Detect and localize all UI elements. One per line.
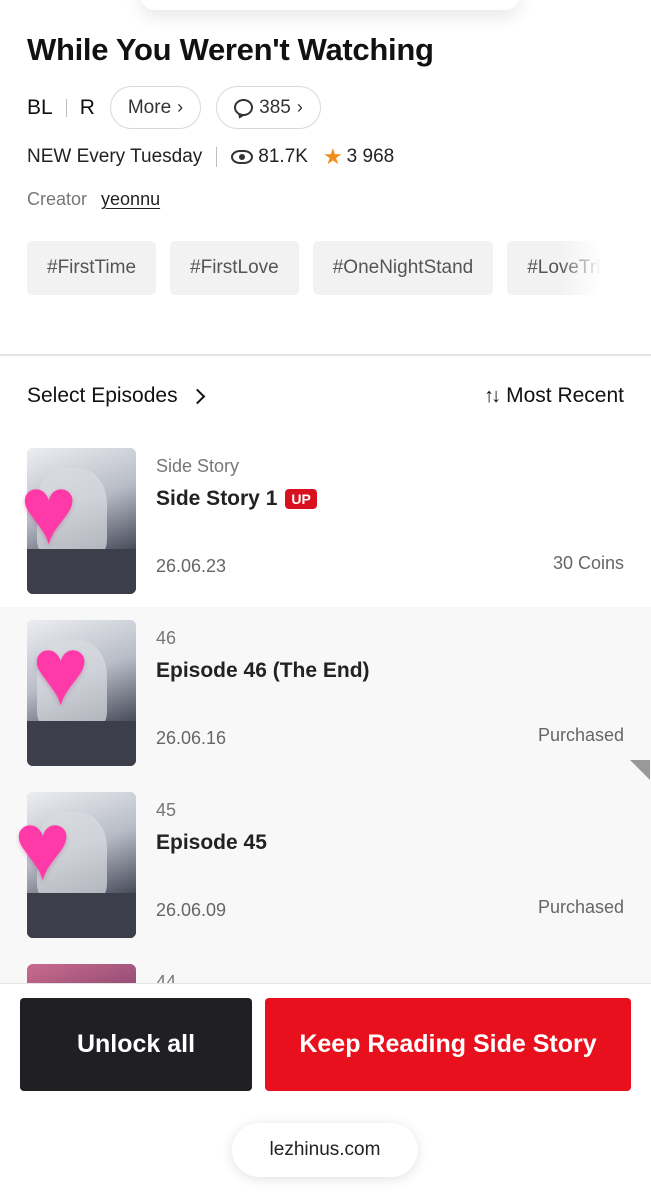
section-divider [0,354,651,356]
more-label: More [127,96,172,118]
episode-subtitle: 46 [156,628,177,648]
scroll-indicator [630,760,650,780]
episode-title: Episode 45 [156,831,267,854]
tag-list: #FirstTime#FirstLove#OneNightStand#LoveT… [27,241,610,295]
schedule-label: NEW Every Tuesday [27,146,203,167]
comment-count: 385 [259,96,291,118]
bottom-divider [0,983,651,984]
episode-date: 26.06.09 [156,900,227,920]
episode-price: 30 Coins [552,553,624,573]
url-text: lezhinus.com [269,1139,381,1160]
tag-chip[interactable]: #OneNightStand [312,241,494,295]
heart-emoji: ♥ [14,793,71,900]
age-rating-label: R [79,95,95,119]
chevron-right-icon: › [177,97,184,117]
heart-emoji: ♥ [20,457,77,564]
sort-icon: ↑↓ [484,384,501,407]
rating-score: 3 968 [346,146,395,167]
episode-title: Side Story 1 [156,487,278,510]
heart-emoji: ♥ [32,618,89,725]
episode-date: 26.06.23 [156,556,227,576]
browser-url-bar[interactable]: lezhinus.com [232,1123,418,1177]
select-episodes-button[interactable]: Select Episodes [27,384,205,408]
episode-row[interactable]: ♥ Side Story Side Story 1 UP 26.06.23 30… [0,435,651,607]
keep-reading-button[interactable]: Keep Reading Side Story [265,998,631,1091]
sort-label: Most Recent [506,384,624,407]
episode-status: Purchased [537,725,624,745]
tag-chip[interactable]: #FirstTime [27,241,157,295]
series-meta-row: BL R More › 385 › [27,86,321,129]
chevron-right-icon [189,388,205,404]
episode-title-row: Episode 46 (The End) [156,659,370,683]
episode-row[interactable]: ♥ 45 Episode 45 26.06.09 Purchased [0,779,651,951]
select-episodes-label: Select Episodes [27,384,178,407]
view-count: 81.7K [258,146,308,167]
episode-subtitle: Side Story [156,456,240,476]
episode-title: Episode 46 (The End) [156,659,370,682]
star-icon: ★ [322,144,343,169]
comment-icon [234,99,254,116]
genre-label: BL [27,95,53,119]
series-title: While You Weren't Watching [27,32,434,67]
episode-title-row: Side Story 1 UP [156,487,317,511]
episode-row[interactable]: ♥ 46 Episode 46 (The End) 26.06.16 Purch… [0,607,651,779]
tag-list-fade [560,241,612,295]
divider [216,147,218,167]
series-info-row: NEW Every Tuesday 81.7K ★ 3 968 [27,144,394,170]
episode-status: Purchased [537,897,624,917]
eye-icon [231,150,254,164]
comments-button[interactable]: 385 › [216,86,321,129]
update-badge: UP [285,489,317,509]
unlock-all-button[interactable]: Unlock all [20,998,252,1091]
tag-chip[interactable]: #FirstLove [170,241,299,295]
chevron-right-icon: › [296,97,303,117]
episode-date: 26.06.16 [156,728,227,748]
creator-link[interactable]: yeonnu [101,189,160,210]
episode-subtitle: 45 [156,800,177,820]
episode-list-header: Select Episodes ↑↓ Most Recent [27,382,624,410]
top-sheet-edge [140,0,520,10]
creator-row: Creator yeonnu [27,189,160,210]
creator-label: Creator [27,189,88,209]
sort-button[interactable]: ↑↓ Most Recent [484,384,624,408]
episode-title-row: Episode 45 [156,831,267,855]
more-button[interactable]: More › [109,86,202,129]
divider [65,98,67,117]
